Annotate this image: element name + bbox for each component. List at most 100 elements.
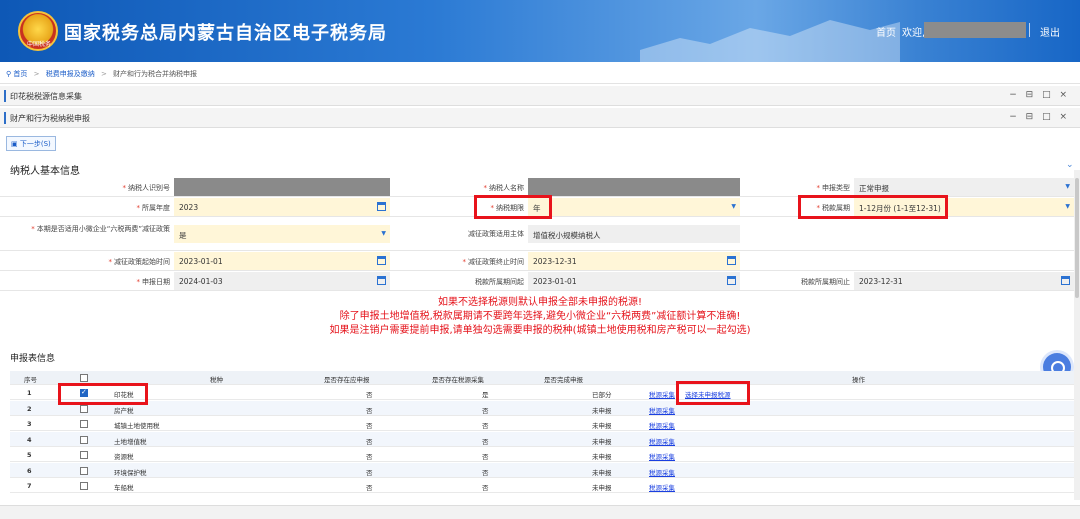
taxpayer-name-redacted bbox=[528, 178, 740, 196]
column-header-should: 是否存在应申报 bbox=[324, 376, 370, 384]
header-divider bbox=[1029, 23, 1030, 37]
tax-source-link[interactable]: 税源采集 bbox=[649, 436, 675, 446]
chevron-down-icon[interactable]: ⌄ bbox=[1066, 160, 1074, 170]
breadcrumb-separator: > bbox=[33, 70, 40, 78]
declare-type-select[interactable]: 正常申报 ▼ bbox=[854, 178, 1074, 196]
row-checkbox[interactable] bbox=[80, 404, 88, 413]
select-all-checkbox[interactable] bbox=[80, 374, 88, 382]
column-header-done: 是否完成申报 bbox=[544, 376, 583, 384]
policy-select[interactable]: 是 ▼ bbox=[174, 225, 390, 243]
dropdown-arrow-icon: ▼ bbox=[731, 203, 736, 210]
row-checkbox[interactable] bbox=[80, 420, 88, 428]
row-checkbox[interactable] bbox=[80, 435, 88, 444]
period-end-label: 税款所属期间止 bbox=[801, 278, 850, 286]
column-header-op: 操作 bbox=[852, 376, 865, 384]
highlight-box bbox=[676, 381, 750, 405]
form-row: * 纳税人识别号 * 纳税人名称 * 申报类型 正常申报 ▼ bbox=[0, 177, 1080, 197]
logout-link[interactable]: 退出 bbox=[1040, 24, 1060, 39]
policy-start-field[interactable]: 2023-01-01 bbox=[174, 252, 390, 270]
breadcrumb-separator: > bbox=[100, 70, 107, 78]
row-index: 6 bbox=[27, 466, 32, 475]
dropdown-arrow-icon: ▼ bbox=[1065, 203, 1070, 210]
notice-line: 如果是注销户需要提前申报,请单独勾选需要申报的税种(城镇土地使用税和房产税可以一… bbox=[329, 325, 751, 336]
period-start-field: 2023-01-01 bbox=[528, 272, 740, 290]
calendar-icon bbox=[377, 276, 386, 285]
year-field[interactable]: 2023 bbox=[174, 198, 390, 216]
row-done: 未申报 bbox=[592, 484, 612, 492]
home-link[interactable]: 首页 bbox=[876, 24, 896, 39]
row-index: 7 bbox=[27, 482, 32, 490]
taxpayer-id-redacted bbox=[174, 178, 390, 196]
tax-source-link[interactable]: 税源采集 bbox=[649, 451, 675, 461]
row-index: 5 bbox=[27, 451, 32, 459]
row-checkbox[interactable] bbox=[80, 451, 88, 459]
panel-property-tax-declaration[interactable]: 财产和行为税纳税申报 − ⊟ □ × bbox=[0, 108, 1080, 128]
row-done: 未申报 bbox=[592, 437, 612, 446]
notice-line: 如果不选择税源则默认申报全部未申报的税源! bbox=[437, 297, 642, 308]
scrollbar-thumb[interactable] bbox=[1075, 178, 1079, 298]
row-source: 否 bbox=[482, 437, 489, 446]
row-done: 未申报 bbox=[592, 406, 612, 415]
tax-emblem-icon: 中国税务 bbox=[18, 11, 58, 51]
table-row: 3 城镇土地使用税 否 否 未申报 税源采集 bbox=[10, 416, 1074, 431]
tax-source-link[interactable]: 税源采集 bbox=[649, 405, 675, 415]
calendar-icon[interactable] bbox=[377, 256, 386, 265]
location-pin-icon: ⚲ bbox=[6, 70, 12, 78]
period-select[interactable]: 年 ▼ bbox=[528, 198, 740, 216]
window-controls-icon[interactable]: − ⊟ □ × bbox=[1009, 90, 1070, 100]
row-should: 否 bbox=[366, 453, 373, 461]
table-row: 5 资源税 否 否 未申报 税源采集 bbox=[10, 447, 1074, 462]
row-source: 否 bbox=[482, 453, 489, 461]
site-title: 国家税务总局内蒙古自治区电子税务局 bbox=[64, 23, 387, 44]
row-should: 否 bbox=[366, 406, 373, 415]
row-source: 是 bbox=[482, 391, 489, 399]
row-tax: 土地增值税 bbox=[114, 437, 147, 446]
policy-end-field[interactable]: 2023-12-31 bbox=[528, 252, 740, 270]
column-header-tax: 税种 bbox=[210, 376, 223, 384]
form-row: * 本期是否适用小微企业“六税两费”减征政策 是 ▼ 减征政策适用主体 增值税小规模… bbox=[0, 217, 1080, 251]
row-source: 否 bbox=[482, 484, 489, 492]
row-index: 4 bbox=[27, 435, 32, 444]
row-tax: 环境保护税 bbox=[114, 468, 147, 477]
row-source: 否 bbox=[482, 422, 489, 430]
declare-date-label: * 申报日期 bbox=[136, 278, 171, 286]
calendar-icon bbox=[1061, 276, 1070, 285]
policy-start-label: * 减征政策起始时间 bbox=[108, 258, 171, 266]
panel-stamp-tax-source[interactable]: 印花税税源信息采集 − ⊟ □ × bbox=[0, 86, 1080, 106]
row-source: 否 bbox=[482, 468, 489, 477]
row-checkbox[interactable] bbox=[80, 466, 88, 475]
dropdown-arrow-icon: ▼ bbox=[381, 230, 386, 237]
subject-field: 增值税小规模纳税人 bbox=[528, 225, 740, 243]
period-start-label: 税款所属期间起 bbox=[475, 278, 524, 286]
panel-title: 印花税税源信息采集 bbox=[10, 92, 82, 101]
declare-date-field: 2024-01-03 bbox=[174, 272, 390, 290]
breadcrumb-home[interactable]: 首页 bbox=[13, 70, 27, 78]
row-should: 否 bbox=[366, 422, 373, 430]
row-should: 否 bbox=[366, 437, 373, 446]
row-source: 否 bbox=[482, 406, 489, 415]
table-title: 申报表信息 bbox=[10, 354, 56, 364]
row-done: 未申报 bbox=[592, 468, 612, 477]
next-step-button[interactable]: ▣ 下一步(S) bbox=[6, 136, 56, 151]
window-controls-icon[interactable]: − ⊟ □ × bbox=[1009, 112, 1070, 122]
row-done: 未申报 bbox=[592, 453, 612, 461]
calendar-icon[interactable] bbox=[377, 202, 386, 211]
tax-source-link[interactable]: 税源采集 bbox=[649, 420, 675, 430]
row-tax: 车船税 bbox=[114, 484, 134, 492]
period-end-field: 2023-12-31 bbox=[854, 272, 1074, 290]
site-header: 中国税务 国家税务总局内蒙古自治区电子税务局 首页 欢迎, 退出 bbox=[0, 0, 1080, 62]
column-header-index: 序号 bbox=[24, 376, 37, 384]
tax-source-link[interactable]: 税源采集 bbox=[649, 482, 675, 492]
row-tax: 房产税 bbox=[114, 406, 134, 415]
row-checkbox[interactable] bbox=[80, 482, 88, 490]
table-row: 4 土地增值税 否 否 未申报 税源采集 bbox=[10, 431, 1074, 447]
username-redacted bbox=[924, 22, 1026, 38]
tax-source-link[interactable]: 税源采集 bbox=[649, 467, 675, 477]
tax-source-link[interactable]: 税源采集 bbox=[649, 389, 675, 399]
subject-label: 减征政策适用主体 bbox=[468, 230, 524, 238]
breadcrumb-level1[interactable]: 税费申报及缴纳 bbox=[46, 70, 95, 78]
calendar-icon[interactable] bbox=[727, 256, 736, 265]
declare-type-label: * 申报类型 bbox=[816, 184, 851, 192]
row-should: 否 bbox=[366, 484, 373, 492]
row-tax: 城镇土地使用税 bbox=[114, 422, 160, 430]
